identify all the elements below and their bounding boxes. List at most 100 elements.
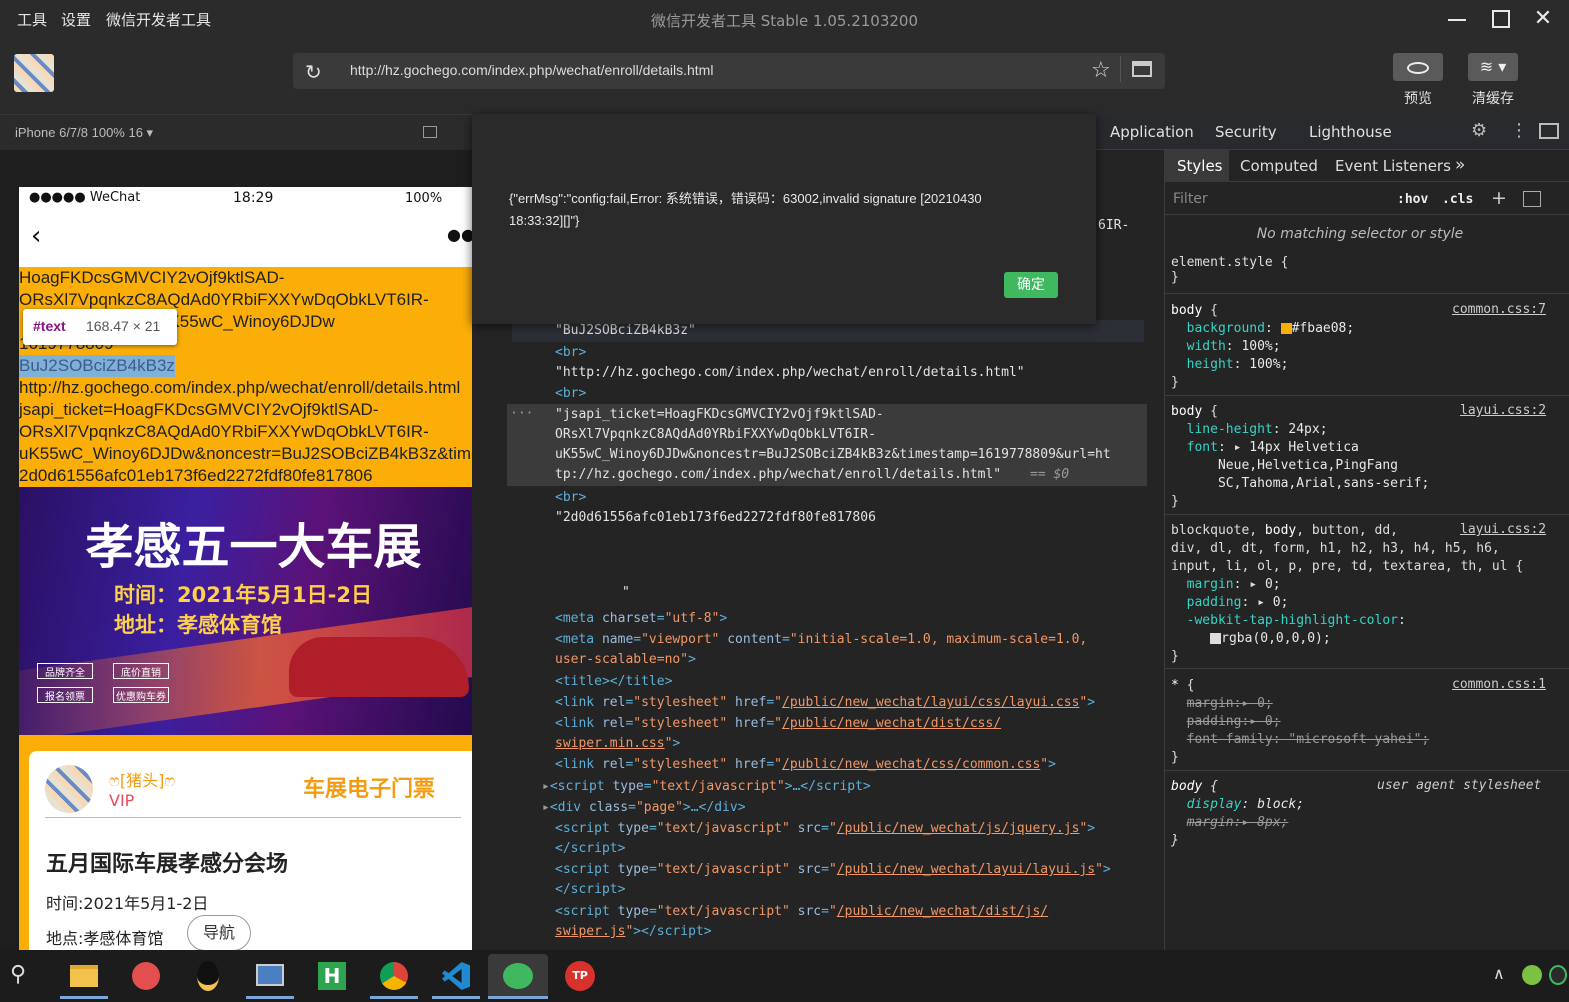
tray-chevron-icon[interactable]: ∧ <box>1493 964 1505 983</box>
dom-br[interactable]: <br> <box>555 490 586 505</box>
line: ORsXl7VpqnkzC8AQdAd0YRbiFXXYwDqObkLVT6IR… <box>19 422 429 441</box>
dom-div[interactable]: ▸<div class="page">…</div> <box>542 800 746 815</box>
avatar[interactable] <box>14 54 54 92</box>
minimize-icon[interactable] <box>1444 6 1470 32</box>
dom-script[interactable]: <script type="text/javascript" src="/pub… <box>555 821 1095 836</box>
vip-badge: VIP <box>109 791 135 810</box>
phone-screen[interactable]: ●●●●● WeChat 18:29 100% ‹ ●● HoagFKDcsGM… <box>19 187 488 950</box>
tab-lighthouse[interactable]: Lighthouse <box>1309 123 1392 141</box>
more-icon[interactable]: ●● <box>447 225 475 244</box>
reset-rule[interactable]: blockquote, body, button, dd, div, dl, d… <box>1171 522 1523 666</box>
toggle-sidebar-icon[interactable] <box>1523 191 1541 207</box>
divider <box>1165 514 1569 515</box>
dom-title[interactable]: <title></title> <box>555 674 672 689</box>
source-link[interactable]: layui.css:2 <box>1460 522 1546 537</box>
error-message: {"errMsg":"config:fail,Error: 系统错误，错误码：6… <box>509 191 982 228</box>
ua-rule[interactable]: body { display: block; margin:▸ 8px;} <box>1171 778 1304 850</box>
cls-button[interactable]: .cls <box>1442 192 1473 207</box>
window-icon[interactable] <box>1132 61 1152 77</box>
dom-text[interactable]: " <box>622 585 630 600</box>
active-indicator <box>370 996 418 999</box>
kebab-icon[interactable]: ⋮ <box>1510 120 1528 141</box>
active-indicator <box>246 996 294 999</box>
tooltip-size: 168.47 × 21 <box>86 318 161 334</box>
dock-icon[interactable] <box>1539 123 1559 139</box>
source-link[interactable]: common.css:7 <box>1452 302 1546 317</box>
chrome-icon[interactable] <box>370 954 418 998</box>
active-indicator <box>488 996 548 999</box>
user-avatar <box>45 765 93 813</box>
close-icon[interactable]: ✕ <box>1530 6 1556 32</box>
event-place: 地点:孝感体育馆 <box>46 929 164 948</box>
dom-text[interactable]: "BuJ2SOBciZB4kB3z" <box>555 323 696 338</box>
thinkphp-icon[interactable]: TP <box>556 954 604 998</box>
dom-script[interactable]: <script type="text/javascript" src="/pub… <box>555 862 1111 877</box>
car-image <box>289 637 469 697</box>
more-tabs-icon[interactable]: » <box>1455 155 1465 175</box>
dom-br[interactable]: <br> <box>555 386 586 401</box>
paint-icon[interactable] <box>122 954 170 998</box>
dom-text[interactable]: "http://hz.gochego.com/index.php/wechat/… <box>555 365 1025 380</box>
divider <box>1165 293 1569 294</box>
line: jsapi_ticket=HoagFKDcsGMVCIY2vOjf9ktlSAD… <box>19 400 379 419</box>
eye-icon <box>1407 61 1429 74</box>
file-explorer-icon[interactable] <box>60 954 108 998</box>
dom-link[interactable]: <link rel="stylesheet" href="/public/new… <box>555 757 1056 772</box>
hov-button[interactable]: :hov <box>1397 192 1428 207</box>
reload-icon[interactable]: ↻ <box>305 60 322 84</box>
promo-banner: 孝感五一大车展 时间：2021年5月1日-2日 地址：孝感体育馆 品牌齐全 底价… <box>19 487 488 735</box>
tray-app-icon[interactable] <box>1522 965 1542 985</box>
dom-ref: == $0 <box>1030 467 1070 482</box>
ua-label: user agent stylesheet <box>1377 778 1542 793</box>
event-date: 时间:2021年5月1-2日 <box>46 894 209 913</box>
star-icon[interactable]: ☆ <box>1091 58 1111 83</box>
divider <box>45 817 461 818</box>
url-input[interactable]: http://hz.gochego.com/index.php/wechat/e… <box>350 62 713 78</box>
dom-link[interactable]: <link rel="stylesheet" href="/public/new… <box>555 695 1095 710</box>
tab-styles[interactable]: Styles <box>1177 157 1223 175</box>
rotate-icon[interactable] <box>423 126 437 138</box>
ellipsis-icon[interactable]: ··· <box>510 406 533 421</box>
vscode-icon[interactable] <box>432 954 480 998</box>
element-style-rule[interactable]: element.style {} <box>1171 255 1288 285</box>
back-icon[interactable]: ‹ <box>31 221 41 251</box>
qq-icon[interactable] <box>184 954 232 998</box>
highlighted-line: BuJ2SOBciZB4kB3z <box>19 355 175 377</box>
gear-icon[interactable]: ⚙ <box>1471 120 1487 141</box>
dom-script[interactable]: <script type="text/javascript" src="/pub… <box>555 904 1048 919</box>
filter-input[interactable]: Filter <box>1173 191 1208 207</box>
dom-script[interactable]: ▸<script type="text/javascript">…</scrip… <box>542 779 871 794</box>
tab-event-listeners[interactable]: Event Listeners <box>1335 157 1451 175</box>
body-rule[interactable]: body { background: #fbae08; width: 100%;… <box>1171 302 1354 392</box>
tab-computed[interactable]: Computed <box>1240 157 1318 175</box>
dom-script: swiper.js"></script> <box>555 924 712 939</box>
wechat-devtools-icon[interactable] <box>488 954 548 998</box>
preview-button[interactable] <box>1393 53 1443 81</box>
search-icon[interactable]: ⚲ <box>10 962 26 987</box>
hbuilder-icon[interactable]: H <box>308 954 356 998</box>
universal-rule[interactable]: * { margin:▸ 0; padding:▸ 0; font-family… <box>1171 677 1429 767</box>
event-name: 五月国际车展孝感分会场 <box>46 852 289 877</box>
banner-tag: 优惠购车券 <box>113 687 169 703</box>
clear-cache-button[interactable]: ≋ ▾ <box>1468 53 1518 81</box>
divider <box>1165 668 1569 669</box>
banner-place: 地址：孝感体育馆 <box>114 613 282 637</box>
dom-text: ORsXl7VpqnkzC8AQdAd0YRbiFXXYwDqObkLVT6IR… <box>555 427 876 442</box>
body-rule[interactable]: body { line-height: 24px; font: ▸ 14px H… <box>1171 403 1429 511</box>
source-link[interactable]: common.css:1 <box>1452 677 1546 692</box>
maximize-icon[interactable] <box>1488 6 1514 32</box>
device-select[interactable]: iPhone 6/7/8 100% 16 ▾ <box>15 125 153 141</box>
tray-wechat-icon[interactable] <box>1549 965 1567 985</box>
source-link[interactable]: layui.css:2 <box>1460 403 1546 418</box>
ok-button[interactable]: 确定 <box>1004 272 1058 298</box>
dom-meta[interactable]: <meta charset="utf-8"> <box>555 611 727 626</box>
dom-br[interactable]: <br> <box>555 345 586 360</box>
add-rule-icon[interactable]: + <box>1491 187 1507 209</box>
remote-desktop-icon[interactable] <box>246 954 294 998</box>
nav-button[interactable]: 导航 <box>187 915 251 950</box>
tab-security[interactable]: Security <box>1215 123 1277 141</box>
dom-text[interactable]: "2d0d61556afc01eb173f6ed2272fdf80fe81780… <box>555 510 876 525</box>
tab-application[interactable]: Application <box>1110 123 1194 141</box>
dom-meta[interactable]: <meta name="viewport" content="initial-s… <box>555 632 1087 647</box>
dom-link[interactable]: <link rel="stylesheet" href="/public/new… <box>555 716 1001 731</box>
